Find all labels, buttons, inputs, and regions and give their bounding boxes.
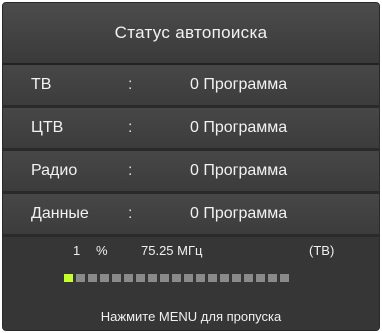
scan-mode: (ТВ): [309, 243, 335, 258]
progress-segment-empty: [136, 274, 145, 282]
row-separator: :: [128, 76, 133, 93]
skip-hint: Нажмите MENU для пропуска: [100, 309, 282, 324]
row-value: 0 Программа: [190, 119, 288, 136]
row-value: 0 Программа: [190, 205, 288, 222]
progress-percent-sign: %: [96, 243, 108, 258]
progress-segment-empty: [112, 274, 121, 282]
progress-segment-empty: [88, 274, 97, 282]
progress-segment-filled: [64, 274, 73, 282]
row-label: ЦТВ: [31, 119, 64, 136]
progress-segment-empty: [124, 274, 133, 282]
scan-status-area: 1 % 75.25 МГц (ТВ) Нажмите MENU для проп…: [3, 237, 379, 330]
row-separator: :: [128, 205, 133, 222]
channel-count-list: ТВ : 0 Программа ЦТВ : 0 Программа Радио…: [3, 65, 379, 237]
row-label: Данные: [31, 205, 89, 222]
row-value: 0 Программа: [190, 162, 288, 179]
autosearch-status-dialog: Статус автопоиска ТВ : 0 Программа ЦТВ :…: [2, 2, 380, 331]
progress-segment-empty: [196, 274, 205, 282]
progress-segment-empty: [172, 274, 181, 282]
progress-segment-empty: [208, 274, 217, 282]
progress-segment-empty: [256, 274, 265, 282]
row-label: Радио: [31, 162, 78, 179]
progress-segment-empty: [220, 274, 229, 282]
row-data: Данные : 0 Программа: [3, 194, 379, 237]
progress-segment-empty: [148, 274, 157, 282]
progress-segment-empty: [184, 274, 193, 282]
progress-segment-empty: [100, 274, 109, 282]
row-dtv: ЦТВ : 0 Программа: [3, 108, 379, 151]
row-separator: :: [128, 119, 133, 136]
progress-segment-empty: [76, 274, 85, 282]
row-tv: ТВ : 0 Программа: [3, 65, 379, 108]
scan-progress-bar: [64, 274, 289, 282]
row-label: ТВ: [31, 76, 52, 93]
dialog-title: Статус автопоиска: [3, 3, 379, 65]
progress-percent-value: 1: [73, 243, 81, 258]
progress-segment-empty: [280, 274, 289, 282]
scan-frequency: 75.25 МГц: [141, 243, 203, 258]
progress-segment-empty: [160, 274, 169, 282]
row-separator: :: [128, 162, 133, 179]
progress-segment-empty: [244, 274, 253, 282]
row-value: 0 Программа: [190, 76, 288, 93]
progress-segment-empty: [232, 274, 241, 282]
progress-segment-empty: [268, 274, 277, 282]
row-radio: Радио : 0 Программа: [3, 151, 379, 194]
